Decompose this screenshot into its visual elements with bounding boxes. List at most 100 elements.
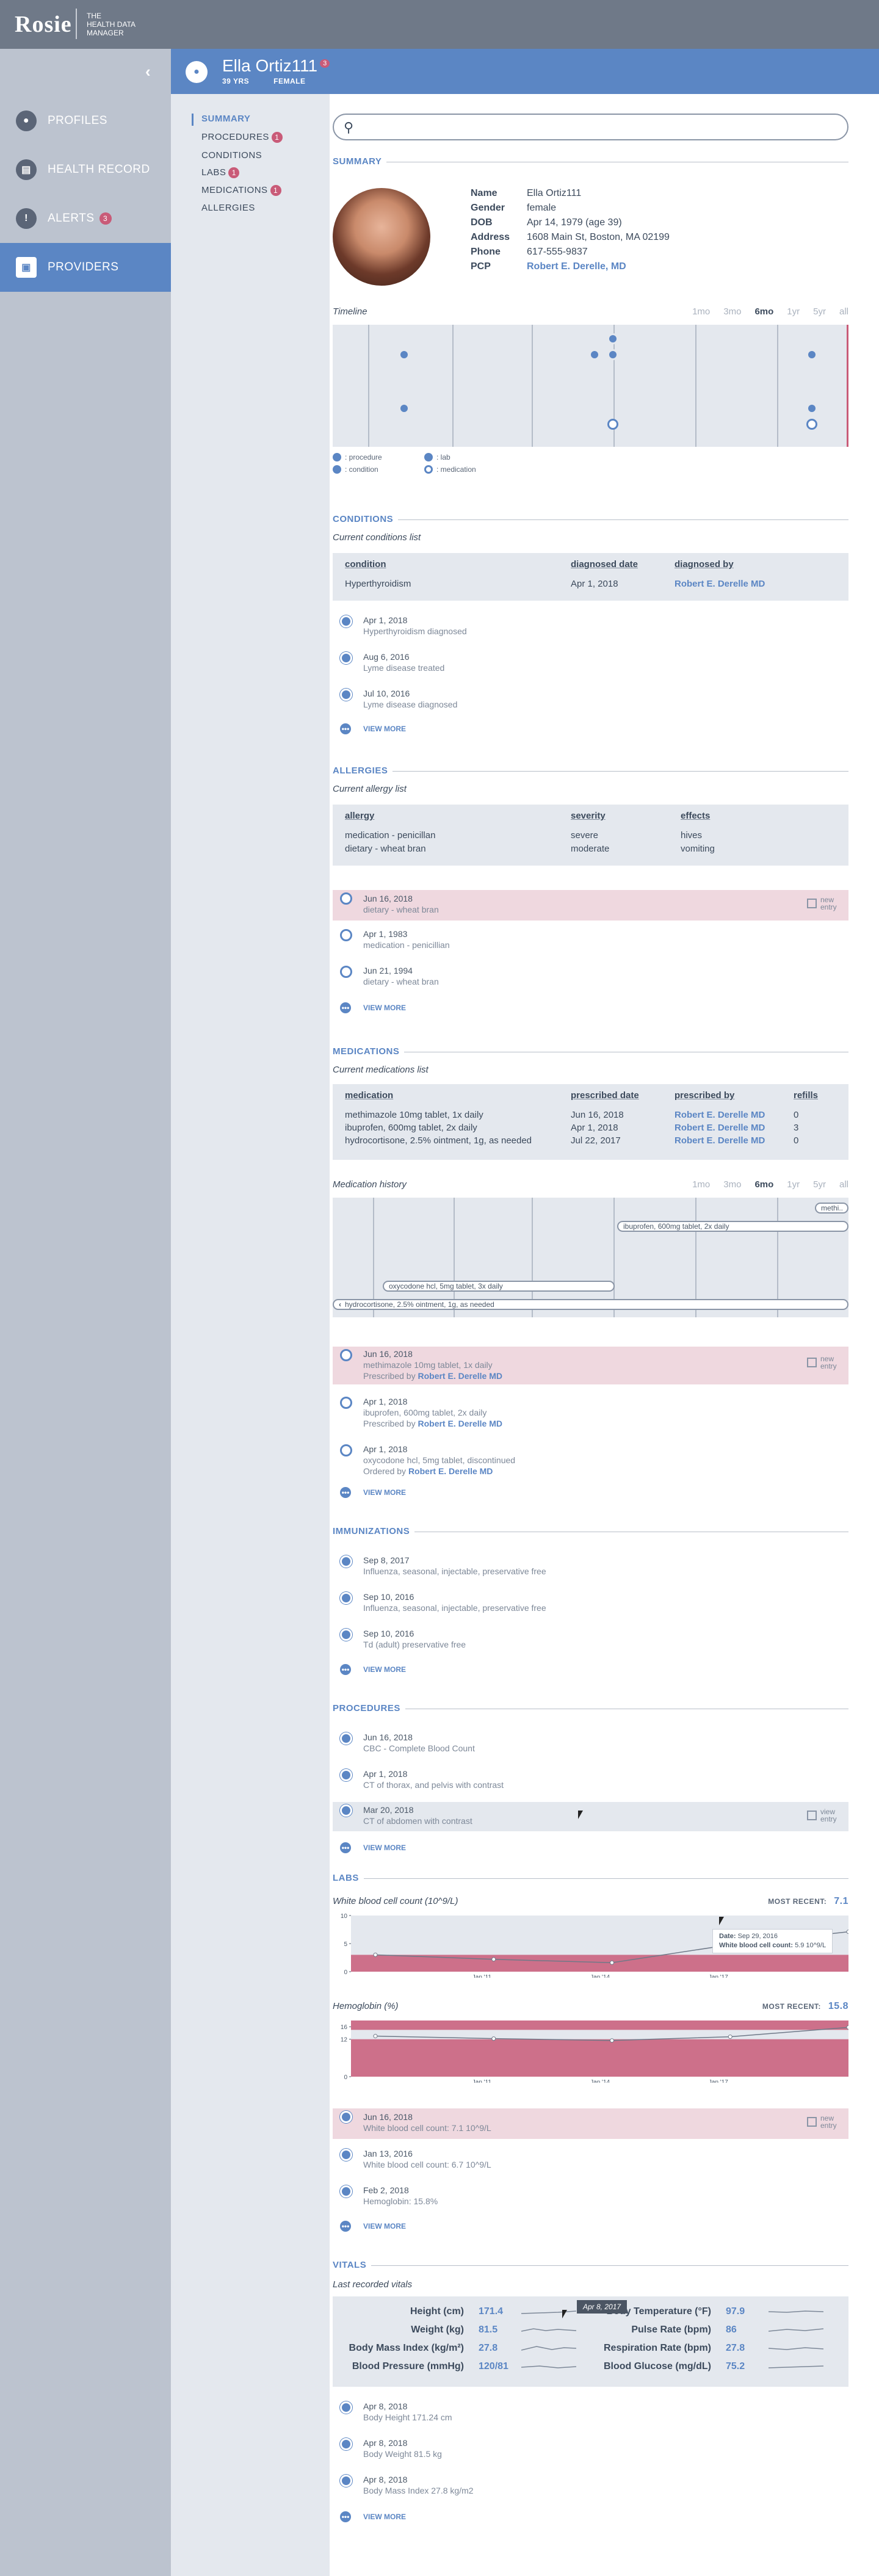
immunizations-view-more[interactable]: ••• VIEW MORE [333, 1664, 406, 1675]
entry-text: oxycodone hcl, 5mg tablet, discontinued [363, 1455, 516, 1465]
timeline-lab-marker[interactable] [399, 403, 410, 414]
vital-row[interactable]: Body Mass Index (kg/m²) 27.8 [333, 2343, 576, 2354]
period-6mo[interactable]: 6mo [754, 1179, 773, 1190]
labs-view-more[interactable]: ••• VIEW MORE [333, 2221, 406, 2232]
period-6mo[interactable]: 6mo [754, 306, 773, 317]
period-1yr[interactable]: 1yr [787, 306, 800, 317]
provider-link[interactable]: Robert E. Derelle MD [675, 579, 765, 589]
labs-heading: LABS [333, 1873, 848, 1885]
timeline-lab-marker[interactable] [806, 403, 817, 414]
data-point [373, 2034, 378, 2039]
provider-link[interactable]: Robert E. Derelle MD [418, 1371, 502, 1381]
period-5yr[interactable]: 5yr [813, 1179, 826, 1190]
alerts-badge: 3 [99, 212, 112, 225]
list-item[interactable]: Apr 1, 2018 CT of thorax, and pelvis with… [333, 1767, 848, 1797]
x-tick-label: Jan '17 [709, 1974, 728, 1978]
list-item[interactable]: Apr 1, 1983 medication - penicillian [333, 927, 848, 957]
vital-row[interactable]: Height (cm) 171.4 [333, 2306, 576, 2317]
nav-summary[interactable]: SUMMARY [201, 114, 250, 124]
list-item[interactable]: Jun 16, 2018 CBC - Complete Blood Count [333, 1730, 848, 1760]
vital-row[interactable]: Pulse Rate (bpm) 86 [577, 2325, 823, 2335]
list-item[interactable]: Apr 1, 2018 Hyperthyroidism diagnosed [333, 613, 848, 643]
list-item[interactable]: Sep 10, 2016 Influenza, seasonal, injecta… [333, 1590, 848, 1620]
medications-view-more[interactable]: ••• VIEW MORE [333, 1487, 406, 1498]
provider-link[interactable]: Robert E. Derelle MD [675, 1110, 765, 1120]
list-item[interactable]: Jun 16, 2018 White blood cell count: 7.1 … [333, 2108, 848, 2139]
provider-link[interactable]: Robert E. Derelle MD [418, 1419, 502, 1428]
lab-icon [340, 2149, 352, 2161]
timeline-procedure-marker[interactable] [806, 349, 817, 360]
list-item[interactable]: Feb 2, 2018 Hemoglobin: 15.8% [333, 2183, 848, 2213]
list-item[interactable]: Aug 6, 2016 Lyme disease treated [333, 649, 848, 680]
timeline-medication-marker[interactable] [607, 419, 618, 430]
sidebar-item-alerts[interactable]: ! ALERTS 3 [0, 194, 171, 243]
sidebar-item-profiles[interactable]: ● PROFILES [0, 96, 171, 145]
entry-text: Hemoglobin: 15.8% [363, 2196, 438, 2206]
vitals-view-more[interactable]: ••• VIEW MORE [333, 2511, 406, 2522]
entry-date: Sep 8, 2017 [363, 1555, 410, 1565]
sidebar-item-health-record[interactable]: ▤ HEALTH RECORD [0, 145, 171, 194]
list-item[interactable]: Apr 8, 2018 Body Weight 81.5 kg [333, 2436, 848, 2466]
nav-medications[interactable]: MEDICATIONS 1 [201, 185, 281, 197]
list-item[interactable]: Jun 16, 2018 methimazole 10mg tablet, 1x … [333, 1347, 848, 1384]
list-item[interactable]: Sep 10, 2016 Td (adult) preservative free [333, 1626, 848, 1657]
provider-link[interactable]: Robert E. Derelle MD [675, 1123, 765, 1133]
medication-bar[interactable]: oxycodone hcl, 5mg tablet, 3x daily [383, 1281, 615, 1292]
list-item[interactable]: Jan 13, 2016 White blood cell count: 6.7 … [333, 2146, 848, 2177]
timeline-chart[interactable] [333, 325, 848, 447]
list-item[interactable]: Jul 10, 2016 Lyme disease diagnosed [333, 686, 848, 717]
vital-row[interactable]: Blood Pressure (mmHg) 120/81 [333, 2361, 576, 2372]
avatar-icon[interactable]: ● [186, 61, 208, 83]
timeline-procedure-marker[interactable] [607, 349, 618, 360]
timeline-medication-marker[interactable] [806, 419, 817, 430]
provider-link[interactable]: Robert E. Derelle MD [675, 1135, 765, 1146]
timeline-condition-marker[interactable] [607, 333, 618, 344]
chevron-left-icon[interactable]: ‹ [145, 62, 151, 81]
entry-date: Apr 1, 2018 [363, 1444, 408, 1454]
sidebar-item-providers[interactable]: ▣ PROVIDERS [0, 243, 171, 292]
list-item[interactable]: Apr 1, 2018 oxycodone hcl, 5mg tablet, di… [333, 1442, 848, 1480]
timeline-procedure-marker[interactable] [399, 349, 410, 360]
nav-labs[interactable]: LABS 1 [201, 167, 240, 179]
period-1mo[interactable]: 1mo [692, 306, 710, 317]
vital-row[interactable]: Blood Glucose (mg/dL) 75.2 [577, 2361, 823, 2372]
nav-allergies[interactable]: ALLERGIES [201, 203, 255, 213]
list-item[interactable]: Apr 1, 2018 ibuprofen, 600mg tablet, 2x d… [333, 1394, 848, 1432]
period-1mo[interactable]: 1mo [692, 1179, 710, 1190]
patient-name: Ella Ortiz111 3 [222, 56, 330, 76]
entry-text: Body Height 171.24 cm [363, 2412, 452, 2422]
list-item[interactable]: Mar 20, 2018 CT of abdomen with contrast v… [333, 1802, 848, 1831]
list-item[interactable]: Jun 21, 1994 dietary - wheat bran [333, 963, 848, 994]
wbc-chart[interactable]: White blood cell count (10^9/L) MOST REC… [333, 1896, 848, 1978]
view-entry-tag[interactable]: view entry [807, 1808, 842, 1823]
nav-conditions[interactable]: CONDITIONS [201, 150, 262, 161]
provider-link[interactable]: Robert E. Derelle MD [408, 1466, 493, 1476]
timeline-procedure-marker[interactable] [589, 349, 600, 360]
conditions-view-more[interactable]: ••• VIEW MORE [333, 723, 406, 734]
list-item[interactable]: Jun 16, 2018 dietary - wheat bran new entr… [333, 890, 848, 921]
procedures-view-more[interactable]: ••• VIEW MORE [333, 1842, 406, 1853]
vital-row[interactable]: Weight (kg) 81.5 [333, 2325, 576, 2335]
vital-row[interactable]: Respiration Rate (bpm) 27.8 [577, 2343, 823, 2354]
app-logo[interactable]: Rosie [15, 11, 72, 38]
list-item[interactable]: Sep 8, 2017 Influenza, seasonal, injectab… [333, 1553, 848, 1583]
search-input[interactable]: ⚲ [333, 114, 848, 140]
allergies-view-more[interactable]: ••• VIEW MORE [333, 1002, 406, 1013]
period-all[interactable]: all [839, 306, 848, 317]
period-all[interactable]: all [839, 1179, 848, 1190]
entry-date: Apr 1, 1983 [363, 929, 408, 939]
medication-bar[interactable]: methi.. [815, 1203, 848, 1214]
nav-procedures[interactable]: PROCEDURES 1 [201, 132, 283, 143]
period-1yr[interactable]: 1yr [787, 1179, 800, 1190]
list-item[interactable]: Apr 8, 2018 Body Height 171.24 cm [333, 2399, 848, 2429]
medication-history-chart[interactable]: methi.. ibuprofen, 600mg tablet, 2x dail… [333, 1198, 848, 1317]
period-3mo[interactable]: 3mo [723, 306, 741, 317]
hemoglobin-chart[interactable]: Hemoglobin (%) MOST RECENT: 15.8 16 12 0 Jan… [333, 2001, 848, 2083]
pcp-link[interactable]: Robert E. Derelle, MD [527, 261, 626, 276]
period-5yr[interactable]: 5yr [813, 306, 826, 317]
medication-bar[interactable]: ibuprofen, 600mg tablet, 2x daily [617, 1221, 848, 1232]
list-item[interactable]: Apr 8, 2018 Body Mass Index 27.8 kg/m2 [333, 2472, 848, 2503]
period-3mo[interactable]: 3mo [723, 1179, 741, 1190]
allergy-icon [340, 966, 352, 978]
medication-bar[interactable]: ‹ hydrocortisone, 2.5% ointment, 1g, as n… [333, 1299, 848, 1310]
